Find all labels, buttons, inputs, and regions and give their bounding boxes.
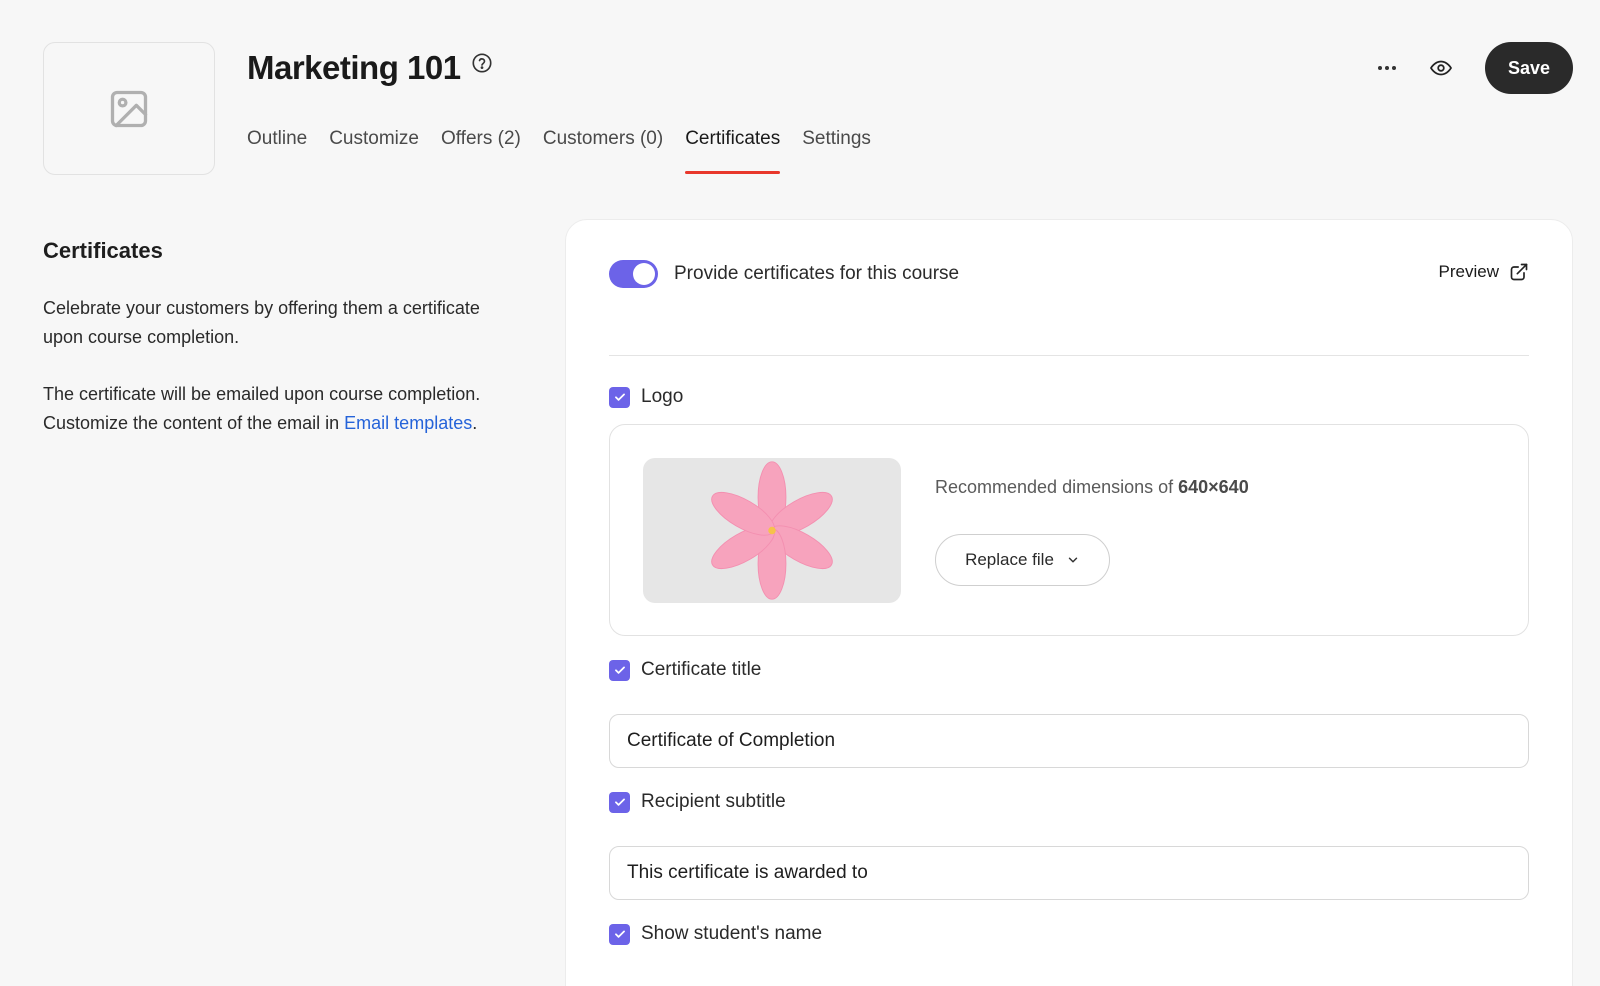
save-button[interactable]: Save <box>1485 42 1573 94</box>
tab-offers[interactable]: Offers (2) <box>441 126 521 176</box>
replace-file-label: Replace file <box>965 550 1054 569</box>
recommend-dims: 640×640 <box>1178 477 1249 497</box>
logo-label: Logo <box>641 386 684 407</box>
tab-outline[interactable]: Outline <box>247 126 307 176</box>
tab-customize[interactable]: Customize <box>329 126 419 176</box>
toggle-knob <box>633 263 655 285</box>
recipient-subtitle-input[interactable] <box>609 846 1529 900</box>
email-templates-link[interactable]: Email templates <box>344 413 472 433</box>
tab-settings[interactable]: Settings <box>802 126 871 176</box>
provide-certificates-row: Provide certificates for this course <box>609 260 959 288</box>
tab-customers[interactable]: Customers (0) <box>543 126 663 176</box>
preview-label: Preview <box>1438 262 1499 281</box>
show-name-label: Show student's name <box>641 923 823 944</box>
chevron-down-icon <box>1068 557 1078 563</box>
external-link-icon <box>1510 263 1528 281</box>
more-horizontal-icon <box>1378 66 1396 70</box>
logo-check-row: Logo <box>609 386 683 408</box>
certificate-title-input[interactable] <box>609 714 1529 768</box>
more-options-button[interactable] <box>1367 48 1407 88</box>
replace-file-button[interactable]: Replace file <box>935 534 1110 586</box>
certificate-settings-card: Provide certificates for this course Pre… <box>565 219 1573 986</box>
image-placeholder-icon <box>110 90 148 127</box>
show-name-checkbox[interactable] <box>609 923 630 945</box>
provide-certificates-toggle[interactable] <box>609 260 658 288</box>
provide-certificates-label: Provide certificates for this course <box>674 263 960 284</box>
certificate-title-checkbox[interactable] <box>609 659 630 681</box>
check-icon <box>614 666 625 674</box>
description-paragraph-2: The certificate will be emailed upon cou… <box>43 380 503 438</box>
check-icon <box>614 930 625 938</box>
title-row: Marketing 101 <box>247 48 493 88</box>
course-tabs: Outline Customize Offers (2) Customers (… <box>247 126 893 176</box>
certificate-title-check-row: Certificate title <box>609 659 761 681</box>
flower-logo-image <box>711 461 833 600</box>
description-paragraph-1: Celebrate your customers by offering the… <box>43 298 480 347</box>
certificates-description: Certificates Celebrate your customers by… <box>43 238 503 466</box>
recommend-prefix: Recommended dimensions of <box>935 477 1179 497</box>
logo-preview <box>643 458 901 603</box>
section-divider <box>609 355 1529 356</box>
recipient-subtitle-checkbox[interactable] <box>609 791 630 813</box>
course-thumbnail[interactable] <box>43 42 215 175</box>
description-period: . <box>472 413 478 433</box>
check-icon <box>614 393 625 401</box>
certificate-title-label: Certificate title <box>641 659 762 680</box>
header-actions: Save <box>1367 42 1573 94</box>
show-name-check-row: Show student's name <box>609 923 822 945</box>
check-icon <box>614 798 625 806</box>
help-circle-icon[interactable] <box>471 52 493 79</box>
logo-upload-box: Recommended dimensions of 640×640 Replac… <box>609 424 1529 636</box>
logo-checkbox[interactable] <box>609 386 630 408</box>
page-title: Marketing 101 <box>247 49 461 86</box>
preview-certificate-link[interactable]: Preview <box>1439 262 1529 282</box>
recipient-subtitle-check-row: Recipient subtitle <box>609 791 786 813</box>
tab-certificates[interactable]: Certificates <box>685 126 781 176</box>
preview-course-button[interactable] <box>1421 48 1461 88</box>
recommended-dimensions: Recommended dimensions of 640×640 <box>935 477 1249 498</box>
eye-icon <box>1429 60 1453 76</box>
recipient-subtitle-label: Recipient subtitle <box>641 791 786 812</box>
section-heading: Certificates <box>43 238 163 263</box>
